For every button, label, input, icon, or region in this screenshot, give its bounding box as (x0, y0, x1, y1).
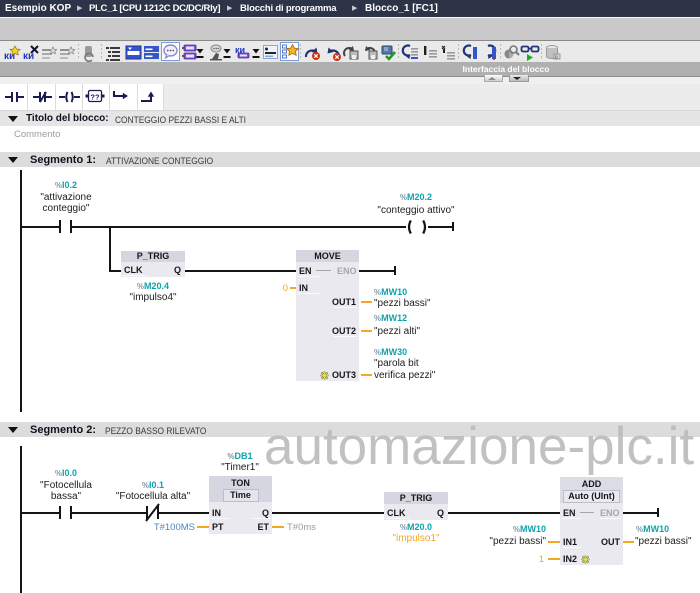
svg-text:??: ?? (90, 93, 100, 102)
svg-text:B: B (555, 55, 558, 60)
